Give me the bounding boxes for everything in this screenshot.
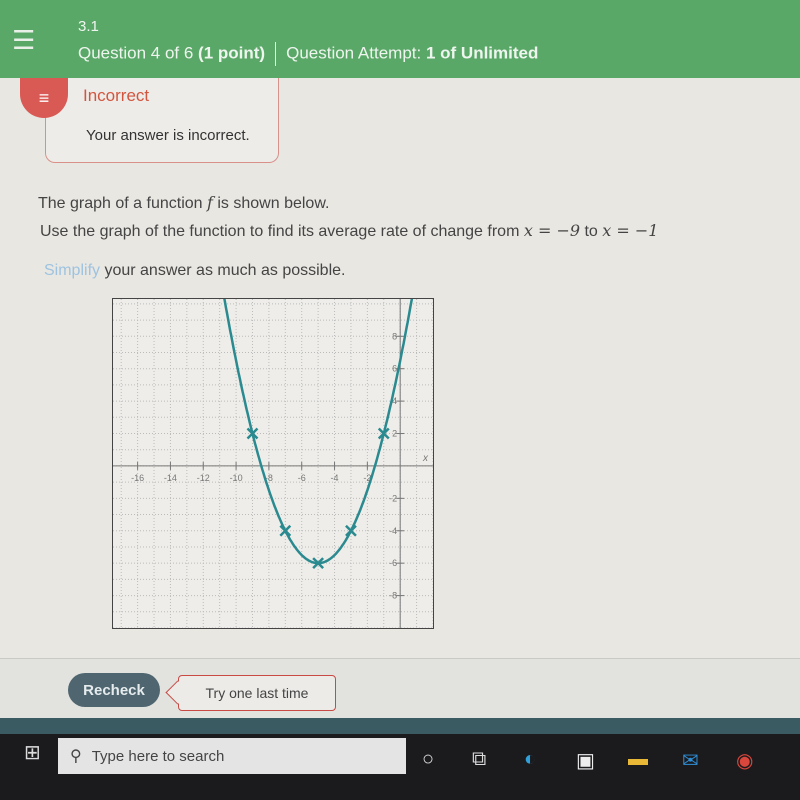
y-tick-label: 8 (392, 331, 397, 341)
x-tick-label: -14 (164, 473, 177, 483)
x-end: x = −1 (602, 221, 659, 240)
function-graph: -16 -14 -12 -10 -8 -6 -4 -2 8 6 4 2 -2 -4 -6 -8 x (112, 0, 434, 629)
text: is shown below. (212, 195, 330, 212)
top-header: ☰ 3.1 Question 4 of 6 (1 point) Question … (0, 0, 800, 78)
mail-icon[interactable]: ✉ (682, 748, 699, 773)
question-line-1: The graph of a function f is shown below… (38, 193, 329, 213)
y-tick-label: -4 (389, 526, 397, 536)
y-tick-label: -6 (389, 558, 397, 568)
text: The graph of a function (38, 195, 207, 212)
text: to (580, 223, 603, 240)
search-placeholder: Type here to search (91, 747, 225, 765)
section-number: 3.1 (78, 18, 99, 35)
edge-icon[interactable]: ◐ (524, 748, 536, 771)
question-line-2: Use the graph of the function to find it… (40, 221, 658, 241)
task-view-icon[interactable]: ⧉ (472, 748, 486, 771)
tooltip-try-again: Try one last time (178, 675, 336, 711)
text: Use the graph of the function to find it… (40, 223, 524, 240)
menu-icon[interactable]: ☰ (12, 27, 38, 53)
divider (275, 42, 277, 66)
text: your answer as much as possible. (100, 262, 346, 279)
cortana-icon[interactable]: ○ (422, 748, 434, 771)
feedback-title: Incorrect (83, 86, 150, 105)
function-curve (180, 0, 434, 565)
question-points: (1 point) (198, 43, 266, 63)
x-tick-label: -12 (197, 473, 210, 483)
windows-start-icon[interactable]: ⊞ (24, 740, 41, 765)
chrome-icon[interactable]: ◉ (736, 748, 753, 773)
x-tick-label: -16 (131, 473, 144, 483)
y-tick-label: 2 (392, 429, 397, 439)
x-axis-label: x (422, 453, 429, 464)
question-info: Question 4 of 6 (1 point) Question Attemp… (78, 42, 538, 66)
file-explorer-icon[interactable]: ▬ (628, 748, 648, 771)
y-tick-label: -8 (389, 591, 397, 601)
x-tick-label: -4 (331, 473, 339, 483)
search-icon: ⚲ (70, 748, 82, 765)
taskbar-search[interactable]: ⚲ Type here to search (58, 738, 406, 774)
question-line-3: Simplify your answer as much as possible… (44, 262, 345, 280)
graph-svg: -16 -14 -12 -10 -8 -6 -4 -28642-2-4-6-8x (113, 0, 434, 629)
feedback-message: Your answer is incorrect. (86, 127, 250, 144)
question-number: Question 4 of 6 (78, 43, 194, 63)
feedback-box (45, 78, 279, 163)
x-tick-label: -6 (298, 473, 306, 483)
x-start: x = −9 (523, 221, 581, 240)
recheck-button[interactable]: Recheck (68, 673, 160, 707)
attempt-label: Question Attempt: (286, 43, 422, 63)
x-tick-label: -10 (230, 473, 243, 483)
store-icon[interactable]: ▣ (576, 748, 595, 773)
attempt-value: 1 of Unlimited (425, 43, 539, 63)
y-tick-label: -2 (389, 493, 397, 503)
y-tick-label: 6 (392, 364, 397, 374)
simplify-link[interactable]: Simplify (44, 262, 100, 279)
